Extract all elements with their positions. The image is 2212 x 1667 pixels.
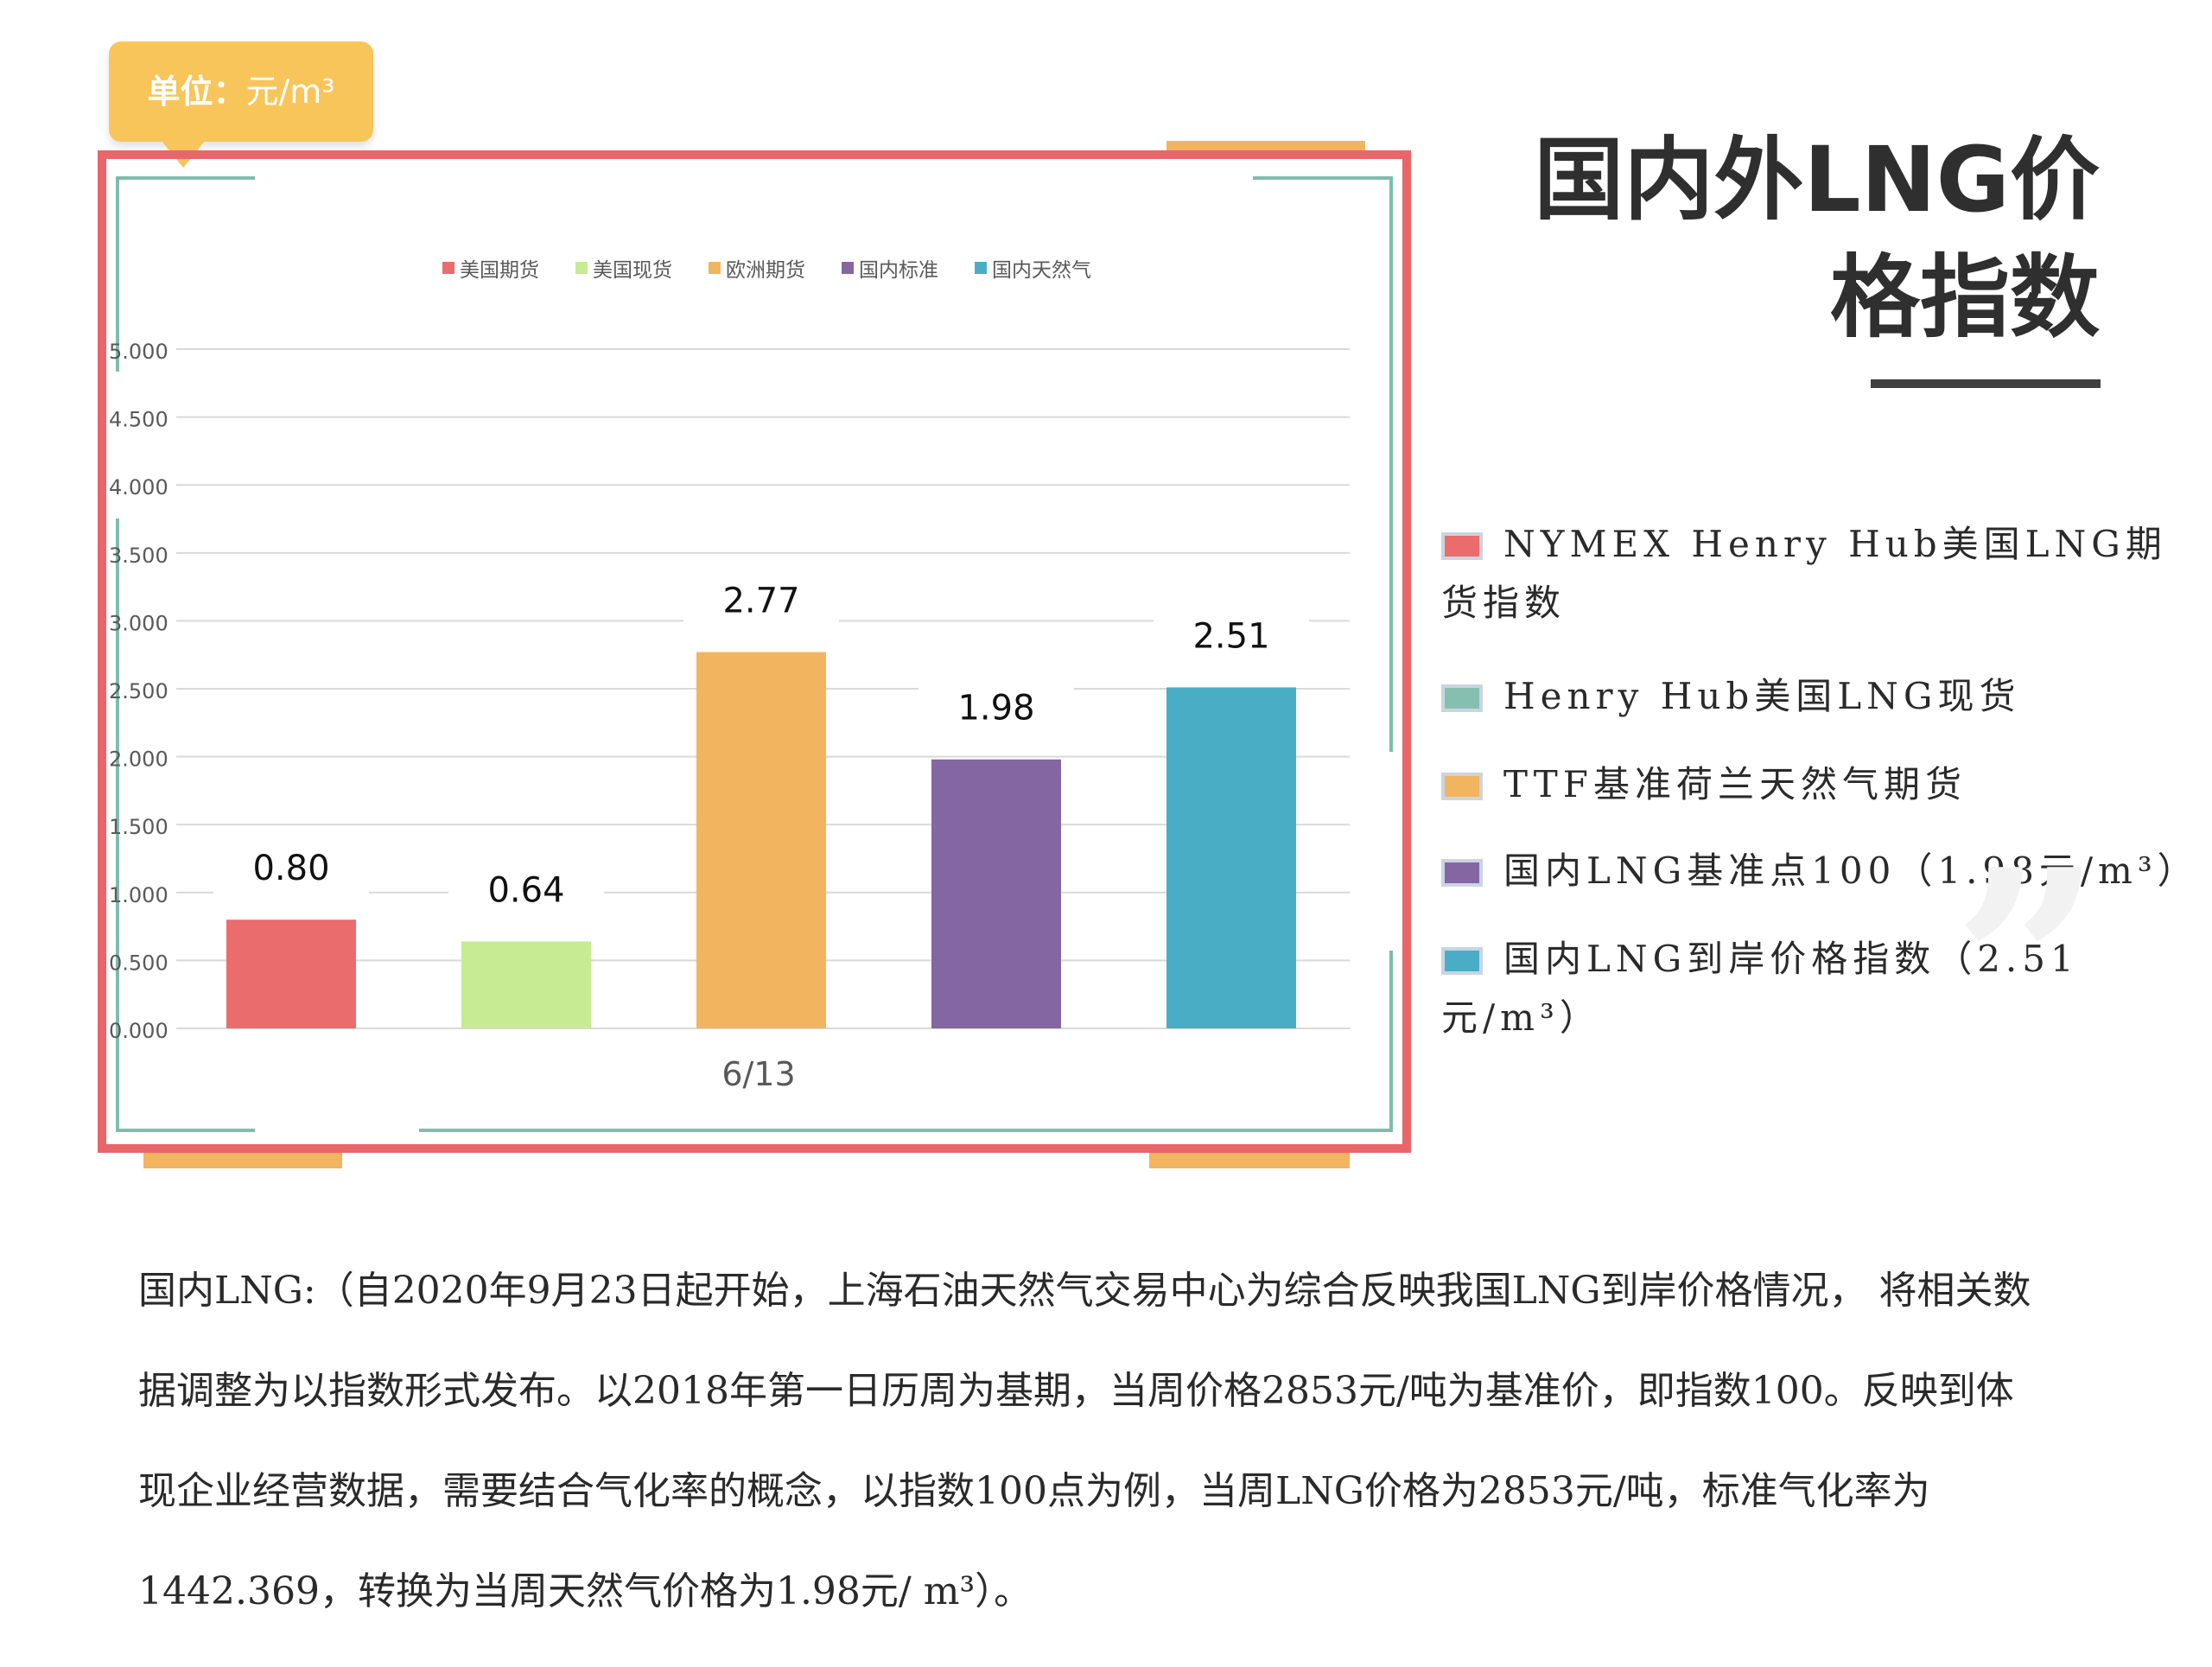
- legend-swatch: [975, 262, 987, 274]
- y-tick-label: 2.000: [109, 748, 168, 772]
- bar-value-label: 1.98: [957, 689, 1034, 729]
- description-item: Henry Hub美国LNG现货: [1441, 667, 2202, 726]
- bar-value-label: 0.80: [252, 849, 329, 888]
- x-category-label: 6/13: [721, 1055, 795, 1093]
- legend-entry: 美国期货: [460, 259, 539, 282]
- description-paragraph: 国内LNG:（自2020年9月23日起开始，上海石油天然气交易中心为综合反映我国…: [138, 1241, 2152, 1642]
- title-underline: [1871, 379, 2101, 388]
- description-swatch: [1441, 947, 1483, 975]
- bar-value-label: 2.51: [1192, 616, 1269, 656]
- bar: [696, 652, 826, 1028]
- description-swatch: [1441, 532, 1483, 560]
- y-tick-label: 1.000: [109, 883, 168, 907]
- legend-swatch: [709, 262, 721, 274]
- legend-swatch: [575, 262, 588, 274]
- y-tick-label: 2.500: [109, 679, 168, 703]
- description-swatch: [1441, 773, 1483, 800]
- page-title-line1: 国内外LNG价: [1534, 127, 2100, 232]
- description-text: NYMEX Henry Hub美国LNG期货指数: [1441, 523, 2167, 624]
- bar: [931, 759, 1061, 1028]
- paragraph-line: 1442.369，转换为当周天然气价格为1.98元/ m³）。: [138, 1569, 1033, 1613]
- legend-swatch: [842, 262, 854, 274]
- description-text: TTF基准荷兰天然气期货: [1503, 763, 1967, 805]
- quote-mark-decoration: ”: [1953, 812, 2102, 1117]
- legend-entry: 国内标准: [859, 259, 938, 282]
- paragraph-line: 国内LNG:（自2020年9月23日起开始，上海石油天然气交易中心为综合反映我国…: [138, 1269, 2031, 1313]
- page-title-line2: 格指数: [1829, 245, 2100, 350]
- chart-legend: 美国期货 美国现货 欧洲期货 国内标准 国内天然气: [442, 259, 1091, 282]
- description-item: TTF基准荷兰天然气期货: [1441, 755, 2202, 814]
- bar: [226, 919, 356, 1028]
- legend-swatch: [442, 262, 454, 274]
- y-tick-label: 4.500: [109, 408, 168, 432]
- y-tick-label: 5.000: [109, 340, 168, 364]
- bar: [1166, 687, 1296, 1028]
- description-swatch: [1441, 859, 1483, 887]
- paragraph-line: 据调整为以指数形式发布。以2018年第一日历周为基期，当周价格2853元/吨为基…: [138, 1369, 2014, 1413]
- y-tick-label: 0.000: [109, 1019, 168, 1043]
- bar-value-label: 0.64: [487, 870, 564, 910]
- bar: [461, 941, 591, 1028]
- y-tick-label: 3.000: [109, 611, 168, 635]
- paragraph-line: 现企业经营数据，需要结合气化率的概念，以指数100点为例，当周LNG价格为285…: [138, 1469, 1930, 1513]
- y-axis-ticks: 0.000 0.500 1.000 1.500 2.000 2.500 3.000 3.500…: [109, 340, 168, 1043]
- description-text: Henry Hub美国LNG现货: [1503, 675, 2021, 717]
- y-tick-label: 4.000: [109, 475, 168, 499]
- description-item: NYMEX Henry Hub美国LNG期货指数: [1441, 515, 2202, 633]
- legend-entry: 国内天然气: [992, 259, 1091, 282]
- description-swatch: [1441, 684, 1483, 712]
- y-tick-label: 0.500: [109, 951, 168, 975]
- bar-value-label: 2.77: [722, 582, 799, 621]
- y-tick-label: 3.500: [109, 544, 168, 568]
- legend-entry: 欧洲期货: [726, 259, 805, 282]
- legend-entry: 美国现货: [593, 259, 672, 282]
- y-tick-label: 1.500: [109, 815, 168, 839]
- page-title: 国内外LNG价 格指数: [1391, 121, 2100, 356]
